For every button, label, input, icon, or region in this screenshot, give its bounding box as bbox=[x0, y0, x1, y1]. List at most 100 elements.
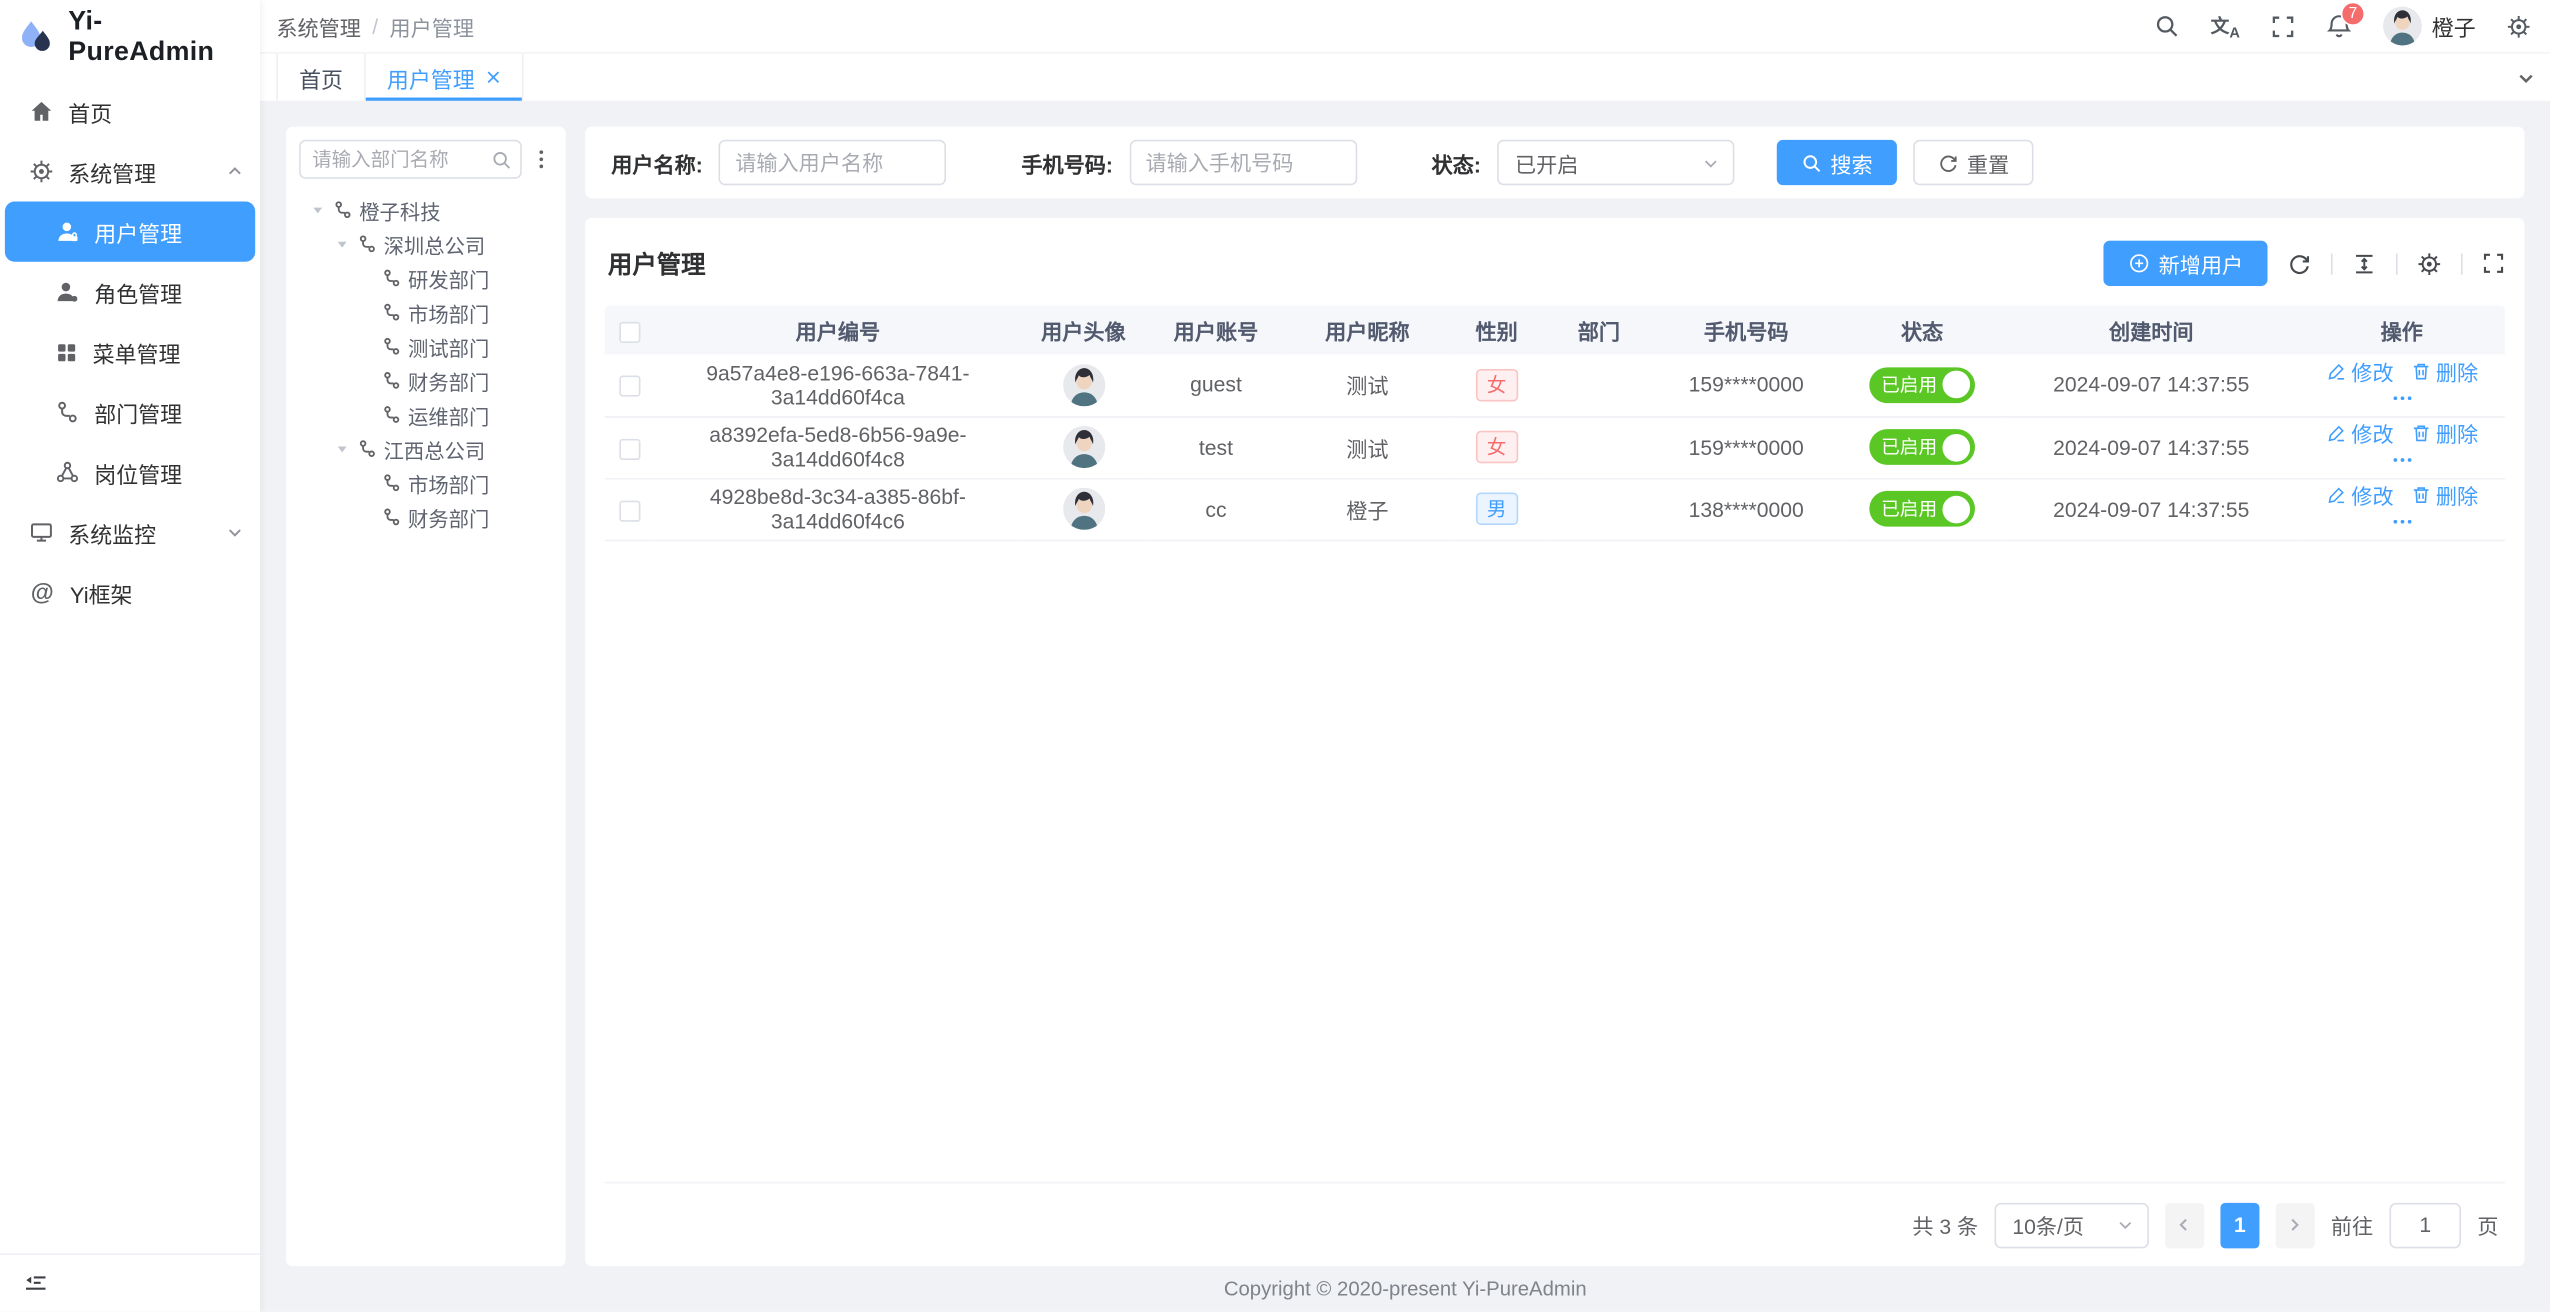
delete-button[interactable]: 删除 bbox=[2410, 418, 2478, 449]
user-menu[interactable]: 橙子 bbox=[2383, 7, 2476, 46]
next-page-button[interactable] bbox=[2276, 1202, 2315, 1248]
sidebar-item-monitor[interactable]: 系统监控 bbox=[0, 502, 260, 562]
select-all-checkbox[interactable] bbox=[619, 321, 640, 342]
sidebar-item-label: 系统监控 bbox=[68, 516, 156, 549]
tree-node-label: 研发部门 bbox=[408, 263, 489, 294]
tree-node[interactable]: 测试部门 bbox=[299, 330, 553, 363]
search-icon[interactable] bbox=[2154, 13, 2180, 39]
table-header-bar: 用户管理 新增用户 bbox=[605, 234, 2505, 293]
notification-bell-icon[interactable]: 7 bbox=[2326, 13, 2352, 39]
tab-user-mgmt[interactable]: 用户管理 bbox=[366, 54, 524, 101]
tree-node[interactable]: 橙子科技 bbox=[299, 193, 553, 226]
cell-gender: 女 bbox=[1448, 416, 1546, 478]
more-actions-button[interactable] bbox=[2390, 386, 2413, 409]
tree-node[interactable]: 运维部门 bbox=[299, 398, 553, 431]
sidebar-item-user-mgmt[interactable]: 用户管理 bbox=[5, 202, 255, 262]
add-user-button[interactable]: 新增用户 bbox=[2103, 241, 2267, 287]
reset-button[interactable]: 重置 bbox=[1913, 140, 2033, 186]
collapse-sidebar-icon[interactable] bbox=[23, 1270, 49, 1296]
more-actions-button[interactable] bbox=[2390, 449, 2413, 472]
sidebar-item-post-mgmt[interactable]: 岗位管理 bbox=[0, 442, 260, 502]
row-checkbox[interactable] bbox=[619, 376, 640, 397]
goto-page-input[interactable] bbox=[2389, 1202, 2461, 1248]
settings-gear-icon[interactable] bbox=[2507, 14, 2531, 38]
cell-avatar bbox=[1022, 478, 1145, 540]
page-number-button[interactable]: 1 bbox=[2220, 1202, 2259, 1248]
ellipsis-icon bbox=[2390, 386, 2413, 409]
caret-down-icon bbox=[354, 271, 378, 286]
row-density-icon[interactable] bbox=[2352, 251, 2376, 275]
sidebar-item-home[interactable]: 首页 bbox=[0, 81, 260, 141]
status-select[interactable]: 已开启 bbox=[1497, 140, 1734, 186]
refresh-icon[interactable] bbox=[2287, 251, 2311, 275]
row-checkbox[interactable] bbox=[619, 438, 640, 459]
phone-label: 手机号码: bbox=[1021, 147, 1113, 178]
page-content: 橙子科技深圳总公司研发部门市场部门测试部门财务部门运维部门江西总公司市场部门财务… bbox=[260, 101, 2550, 1266]
breadcrumb: 系统管理 / 用户管理 bbox=[276, 11, 474, 42]
tabbar-dropdown-button[interactable] bbox=[2502, 54, 2550, 101]
sidebar-item-role-mgmt[interactable]: 角色管理 bbox=[0, 262, 260, 322]
sidebar-item-menu-mgmt[interactable]: 菜单管理 bbox=[0, 322, 260, 382]
tree-node[interactable]: 市场部门 bbox=[299, 467, 553, 500]
edit-button[interactable]: 修改 bbox=[2325, 356, 2393, 387]
dept-icon bbox=[358, 234, 378, 254]
tree-node[interactable]: 市场部门 bbox=[299, 296, 553, 329]
more-actions-button[interactable] bbox=[2390, 510, 2413, 533]
tree-node[interactable]: 深圳总公司 bbox=[299, 228, 553, 261]
translate-icon[interactable]: 文A bbox=[2211, 13, 2240, 39]
tree-node[interactable]: 财务部门 bbox=[299, 364, 553, 397]
tree-node[interactable]: 研发部门 bbox=[299, 262, 553, 295]
cell-avatar bbox=[1022, 416, 1145, 478]
cell-user-id: 9a57a4e8-e196-663a-7841-3a14dd60f4ca bbox=[654, 354, 1022, 416]
page-size-select[interactable]: 10条/页 bbox=[1994, 1202, 2148, 1248]
caret-down-icon bbox=[354, 475, 378, 490]
cell-select bbox=[605, 416, 654, 478]
tab-home[interactable]: 首页 bbox=[276, 54, 365, 101]
sidebar-item-system[interactable]: 系统管理 bbox=[0, 141, 260, 201]
status-toggle-knob bbox=[1942, 495, 1970, 523]
tree-node-label: 深圳总公司 bbox=[384, 228, 486, 259]
delete-button[interactable]: 删除 bbox=[2410, 356, 2478, 387]
search-button[interactable]: 搜索 bbox=[1777, 140, 1897, 186]
edit-button[interactable]: 修改 bbox=[2325, 418, 2393, 449]
fullscreen-icon[interactable] bbox=[2271, 14, 2295, 38]
close-icon[interactable] bbox=[486, 70, 501, 85]
prev-page-button[interactable] bbox=[2165, 1202, 2204, 1248]
edit-button[interactable]: 修改 bbox=[2325, 480, 2393, 511]
tree-node[interactable]: 江西总公司 bbox=[299, 432, 553, 465]
gender-tag: 女 bbox=[1475, 431, 1517, 464]
pagination-total: 共 3 条 bbox=[1912, 1209, 1978, 1240]
table-fullscreen-icon[interactable] bbox=[2482, 252, 2505, 275]
dept-search-field[interactable] bbox=[299, 140, 522, 179]
sidebar-item-dept-mgmt[interactable]: 部门管理 bbox=[0, 382, 260, 442]
table-title: 用户管理 bbox=[608, 246, 706, 280]
system-submenu: 用户管理 角色管理 菜单管理 bbox=[0, 202, 260, 503]
breadcrumb-item-current: 用户管理 bbox=[390, 11, 475, 42]
username-label: 用户名称: bbox=[611, 147, 703, 178]
status-toggle[interactable]: 已启用 bbox=[1870, 491, 1975, 527]
home-icon bbox=[29, 99, 53, 123]
username-input[interactable] bbox=[719, 140, 947, 186]
status-toggle[interactable]: 已启用 bbox=[1870, 429, 1975, 465]
caret-down-icon[interactable] bbox=[306, 202, 330, 217]
chevron-down-icon bbox=[2116, 1216, 2134, 1234]
phone-input[interactable] bbox=[1129, 140, 1357, 186]
cell-phone: 138****0000 bbox=[1652, 478, 1840, 540]
breadcrumb-item[interactable]: 系统管理 bbox=[276, 11, 361, 42]
dept-search-input[interactable] bbox=[312, 148, 484, 171]
status-toggle[interactable]: 已启用 bbox=[1870, 367, 1975, 403]
tree-node[interactable]: 财务部门 bbox=[299, 501, 553, 534]
row-checkbox[interactable] bbox=[619, 500, 640, 521]
app-logo[interactable]: Yi-PureAdmin bbox=[0, 0, 260, 75]
column-settings-gear-icon[interactable] bbox=[2417, 251, 2441, 275]
caret-down-icon[interactable] bbox=[330, 237, 354, 252]
delete-button[interactable]: 删除 bbox=[2410, 480, 2478, 511]
caret-down-icon[interactable] bbox=[330, 441, 354, 456]
branch-icon bbox=[55, 400, 79, 424]
sidebar-item-yi-framework[interactable]: @ Yi框架 bbox=[0, 562, 260, 622]
more-vertical-icon[interactable] bbox=[530, 148, 553, 171]
edit-pencil-icon bbox=[2325, 484, 2346, 505]
dept-icon bbox=[333, 200, 353, 220]
dept-icon bbox=[382, 371, 402, 391]
tree-node-label: 市场部门 bbox=[408, 297, 489, 328]
